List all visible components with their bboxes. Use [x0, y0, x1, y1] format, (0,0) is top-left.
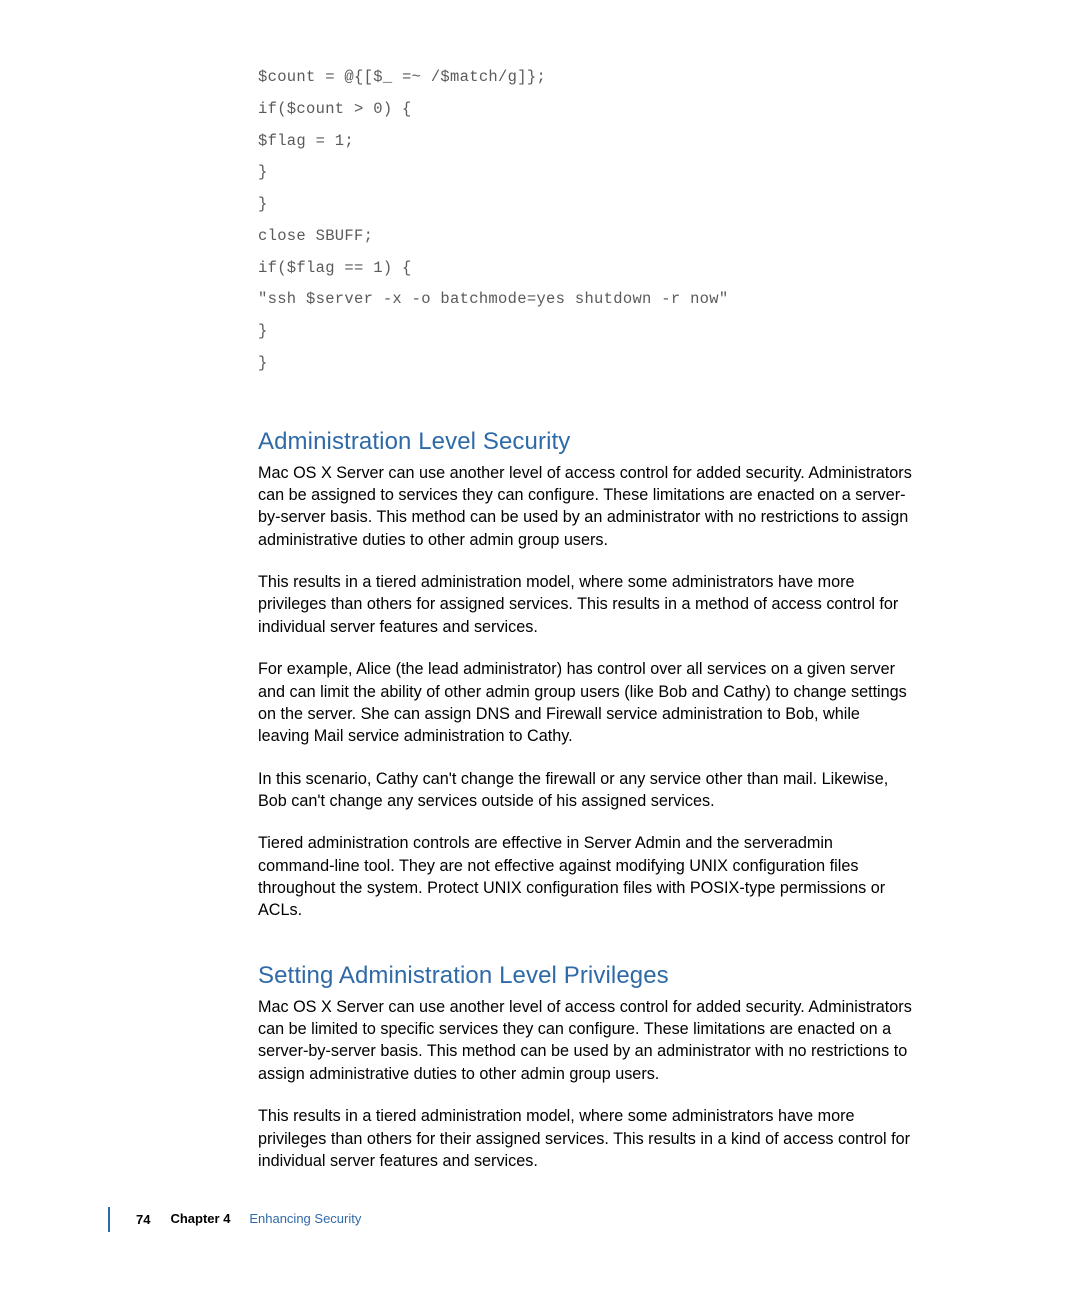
- chapter-title: Enhancing Security: [235, 1211, 361, 1226]
- section-admin-level-security: Administration Level Security Mac OS X S…: [258, 428, 912, 922]
- page-number: 74: [136, 1212, 150, 1227]
- code-line: if($count > 0) {: [258, 94, 912, 126]
- code-line: "ssh $server -x -o batchmode=yes shutdow…: [258, 284, 912, 316]
- code-block: $count = @{[$_ =~ /$match/g]}; if($count…: [258, 62, 912, 380]
- chapter-label: Chapter 4: [170, 1211, 230, 1226]
- code-line: $flag = 1;: [258, 126, 912, 158]
- section-setting-admin-level-privileges: Setting Administration Level Privileges …: [258, 962, 912, 1173]
- paragraph: Mac OS X Server can use another level of…: [258, 996, 912, 1085]
- heading-admin-level-security: Administration Level Security: [258, 428, 912, 456]
- paragraph: This results in a tiered administration …: [258, 571, 912, 638]
- footer-rule: [108, 1207, 110, 1232]
- code-line: }: [258, 316, 912, 348]
- code-line: }: [258, 157, 912, 189]
- code-line: close SBUFF;: [258, 221, 912, 253]
- code-line: }: [258, 189, 912, 221]
- code-line: $count = @{[$_ =~ /$match/g]};: [258, 62, 912, 94]
- heading-setting-admin-level-privileges: Setting Administration Level Privileges: [258, 962, 912, 990]
- paragraph: This results in a tiered administration …: [258, 1105, 912, 1172]
- paragraph: Tiered administration controls are effec…: [258, 832, 912, 921]
- code-line: }: [258, 348, 912, 380]
- paragraph: For example, Alice (the lead administrat…: [258, 658, 912, 747]
- page-footer: 74 Chapter 4 Enhancing Security: [136, 1210, 361, 1228]
- paragraph: Mac OS X Server can use another level of…: [258, 462, 912, 551]
- paragraph: In this scenario, Cathy can't change the…: [258, 768, 912, 813]
- code-line: if($flag == 1) {: [258, 253, 912, 285]
